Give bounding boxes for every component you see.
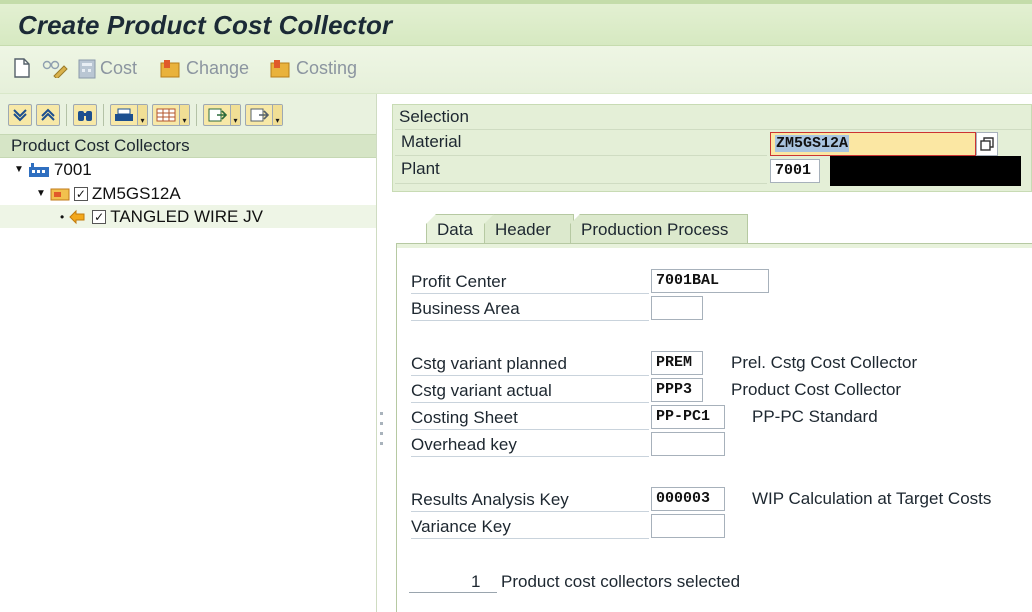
- business-area-label: Business Area: [411, 297, 649, 321]
- overhead-key-label: Overhead key: [411, 433, 649, 457]
- tab-data[interactable]: Data: [426, 214, 494, 244]
- print-button[interactable]: ▾: [110, 104, 148, 126]
- separator: [196, 104, 197, 126]
- value-help-button[interactable]: [976, 132, 998, 156]
- title-bar: Create Product Cost Collector: [0, 0, 1032, 46]
- cstg-variant-actual-label: Cstg variant actual: [411, 379, 649, 403]
- binoculars-icon: [78, 111, 92, 121]
- export-icon: [208, 108, 227, 122]
- tree-node-collector[interactable]: • ✓ TANGLED WIRE JV: [0, 205, 376, 228]
- bullet-icon: •: [60, 209, 65, 224]
- costing-icon: [270, 59, 290, 77]
- export-button[interactable]: ▾: [203, 104, 241, 126]
- tree-area: ▼ 7001 ▼ ✓ ZM5GS12A • ✓ TANGLED WIRE JV: [0, 158, 376, 612]
- costing-sheet-label: Costing Sheet: [411, 406, 649, 430]
- checkbox[interactable]: ✓: [92, 209, 107, 224]
- variance-key-field[interactable]: [651, 514, 725, 538]
- results-analysis-key-field[interactable]: 000003: [651, 487, 725, 511]
- profit-center-label: Profit Center: [411, 270, 649, 294]
- material-icon: [50, 188, 70, 200]
- redacted-plant-description: [830, 156, 1021, 186]
- count-underline: [409, 592, 497, 593]
- calculator-icon: [78, 59, 96, 78]
- tree-node-material[interactable]: ▼ ✓ ZM5GS12A: [36, 182, 181, 205]
- overhead-key-field[interactable]: [651, 432, 725, 456]
- divider: [395, 155, 767, 156]
- cost-label: Cost: [100, 58, 138, 78]
- business-area-field[interactable]: [651, 296, 703, 320]
- profit-center-field[interactable]: 7001BAL: [651, 269, 769, 293]
- cstg-variant-planned-text: Prel. Cstg Cost Collector: [731, 353, 918, 372]
- expand-all-button[interactable]: [8, 104, 32, 126]
- cstg-variant-planned-field[interactable]: PREM: [651, 351, 703, 375]
- costing-sheet-text: PP-PC Standard: [752, 407, 878, 426]
- divider: [395, 183, 767, 184]
- cstg-variant-planned-label: Cstg variant planned: [411, 352, 649, 376]
- plant-label: Plant: [401, 159, 440, 178]
- print-icon: [115, 108, 133, 121]
- results-analysis-key-label: Results Analysis Key: [411, 488, 649, 512]
- expand-icon: [13, 109, 27, 122]
- glasses-pencil-icon: [42, 60, 68, 78]
- dropdown-arrow-icon[interactable]: ▾: [272, 105, 282, 125]
- tree-node-label: 7001: [53, 159, 92, 179]
- tab-body-data: Profit Center 7001BAL Business Area Cstg…: [396, 243, 1032, 612]
- new-document-icon: [14, 58, 30, 78]
- costing-button[interactable]: Costing: [270, 58, 357, 79]
- separator: [103, 104, 104, 126]
- cstg-variant-actual-text: Product Cost Collector: [731, 380, 902, 399]
- display-change-button[interactable]: [42, 58, 68, 78]
- change-icon: [160, 59, 180, 77]
- tab-body-band: [397, 244, 1032, 248]
- material-value: ZM5GS12A: [775, 135, 850, 152]
- right-pane: Selection Material Plant ZM5GS12A 7001 D…: [386, 94, 1032, 612]
- material-field[interactable]: ZM5GS12A: [770, 132, 976, 156]
- grid-icon: [156, 108, 176, 122]
- checkbox[interactable]: ✓: [73, 186, 88, 201]
- collector-count-text: Product cost collectors selected: [501, 572, 741, 591]
- tree-header: Product Cost Collectors: [0, 134, 376, 158]
- dropdown-arrow-icon[interactable]: ▾: [137, 105, 147, 125]
- dropdown-arrow-icon[interactable]: ▾: [230, 105, 240, 125]
- results-analysis-key-text: WIP Calculation at Target Costs: [752, 489, 992, 508]
- splitter-grip-icon[interactable]: [377, 410, 386, 454]
- tree-node-plant[interactable]: ▼ 7001: [14, 158, 92, 181]
- divider: [395, 129, 1031, 130]
- collector-count: 1: [471, 572, 481, 591]
- cstg-variant-actual-field[interactable]: PPP3: [651, 378, 703, 402]
- value-help-icon: [980, 137, 994, 151]
- pane-splitter[interactable]: [377, 94, 386, 612]
- costing-sheet-field[interactable]: PP-PC1: [651, 405, 725, 429]
- collapse-icon: [41, 108, 55, 121]
- material-label: Material: [401, 132, 462, 151]
- plant-field[interactable]: 7001: [770, 159, 820, 183]
- cost-button[interactable]: Cost: [78, 58, 137, 79]
- plant-icon: [28, 162, 49, 177]
- selection-title: Selection: [399, 107, 469, 126]
- expand-arrow-icon[interactable]: ▼: [36, 188, 46, 199]
- tab-production-process[interactable]: Production Process: [570, 214, 748, 244]
- views-icon: [250, 108, 269, 122]
- page-title: Create Product Cost Collector: [18, 10, 393, 40]
- separator: [66, 104, 67, 126]
- expand-arrow-icon[interactable]: ▼: [14, 164, 24, 175]
- new-document-button[interactable]: [14, 58, 30, 78]
- layout-button[interactable]: ▾: [152, 104, 190, 126]
- application-toolbar: Cost Change Costing: [0, 46, 1032, 94]
- variance-key-label: Variance Key: [411, 515, 649, 539]
- dropdown-arrow-icon[interactable]: ▾: [179, 105, 189, 125]
- find-button[interactable]: [73, 104, 97, 126]
- tab-header[interactable]: Header: [484, 214, 574, 244]
- change-label: Change: [186, 58, 250, 78]
- tree-node-label: TANGLED WIRE JV: [110, 206, 263, 226]
- tree-toolbar: ▾ ▾ ▾ ▾: [8, 104, 283, 126]
- change-button[interactable]: Change: [160, 58, 249, 79]
- costing-label: Costing: [296, 58, 358, 78]
- left-pane: ▾ ▾ ▾ ▾ Product Cost Collectors ▼ 7001 ▼…: [0, 94, 377, 612]
- tree-node-label: ZM5GS12A: [91, 183, 181, 203]
- views-button[interactable]: ▾: [245, 104, 283, 126]
- cost-collector-icon: [69, 209, 85, 224]
- collapse-all-button[interactable]: [36, 104, 60, 126]
